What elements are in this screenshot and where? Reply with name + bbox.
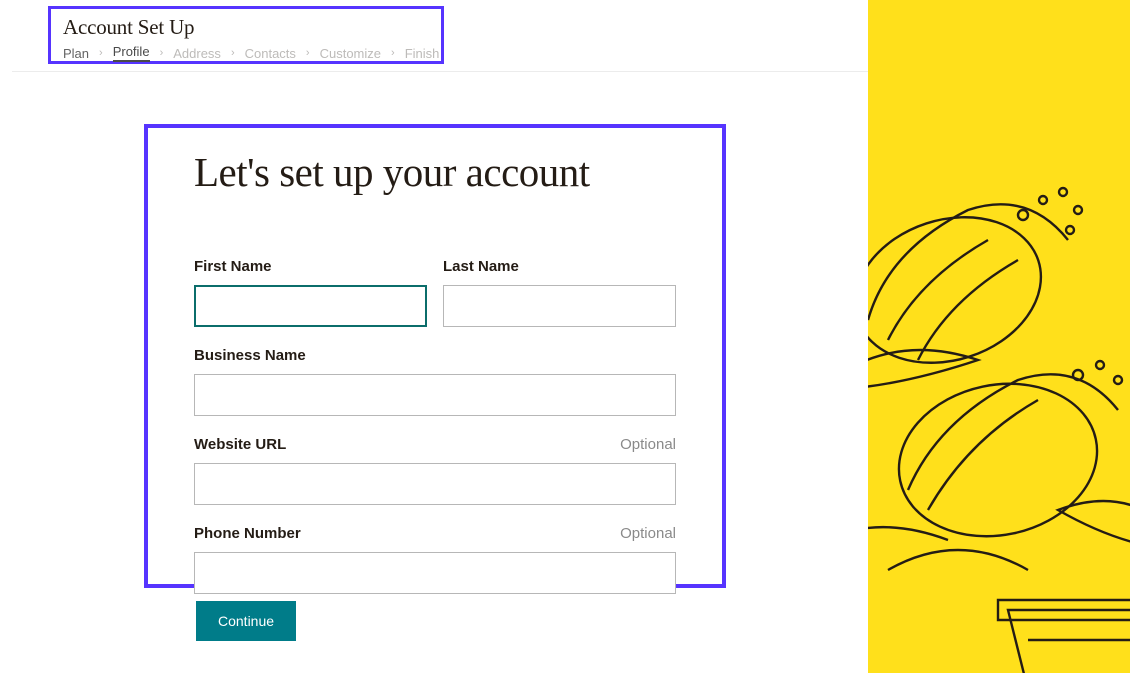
chevron-right-icon: › (306, 47, 310, 59)
business-name-label: Business Name (194, 347, 306, 364)
form-highlight: Let's set up your account First Name Las… (144, 124, 726, 588)
main-column: Account Set Up Plan › Profile › Address … (0, 0, 868, 673)
crumb-finish: Finish (405, 46, 440, 61)
phone-number-label: Phone Number (194, 525, 301, 542)
chevron-right-icon: › (99, 47, 103, 59)
field-phone-number: Phone Number Optional (194, 525, 676, 594)
crumb-plan[interactable]: Plan (63, 46, 89, 61)
chevron-right-icon: › (231, 47, 235, 59)
last-name-label: Last Name (443, 258, 519, 275)
continue-button[interactable]: Continue (196, 601, 296, 641)
form-heading: Let's set up your account (194, 148, 676, 196)
last-name-input[interactable] (443, 285, 676, 327)
crumb-address: Address (173, 46, 221, 61)
website-url-hint: Optional (620, 436, 676, 453)
website-url-label: Website URL (194, 436, 286, 453)
header-highlight: Account Set Up Plan › Profile › Address … (48, 6, 444, 64)
first-name-input[interactable] (194, 285, 427, 327)
chevron-right-icon: › (391, 47, 395, 59)
phone-number-hint: Optional (620, 525, 676, 542)
crumb-customize: Customize (320, 46, 381, 61)
first-name-label: First Name (194, 258, 272, 275)
chevron-right-icon: › (160, 47, 164, 59)
phone-number-input[interactable] (194, 552, 676, 594)
page-title: Account Set Up (63, 15, 429, 40)
crumb-contacts: Contacts (245, 46, 296, 61)
field-business-name: Business Name (194, 347, 676, 416)
business-name-input[interactable] (194, 374, 676, 416)
website-url-input[interactable] (194, 463, 676, 505)
header-divider (12, 71, 868, 72)
field-first-name: First Name (194, 258, 427, 327)
breadcrumb: Plan › Profile › Address › Contacts › Cu… (63, 44, 429, 62)
crumb-profile[interactable]: Profile (113, 44, 150, 62)
field-last-name: Last Name (443, 258, 676, 327)
flower-illustration (868, 130, 1130, 673)
decorative-panel (868, 0, 1130, 673)
field-website-url: Website URL Optional (194, 436, 676, 505)
